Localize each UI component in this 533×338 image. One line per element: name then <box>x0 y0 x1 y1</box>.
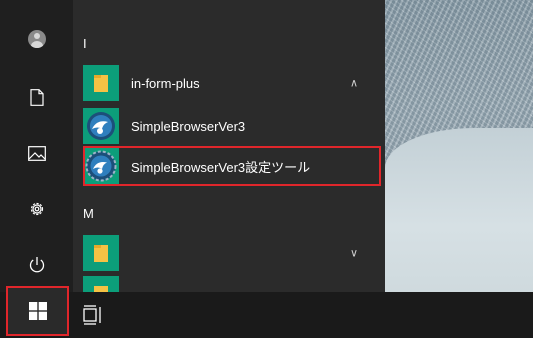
power-button[interactable] <box>22 250 52 280</box>
app-simplebrowser[interactable]: SimpleBrowserVer3 <box>80 106 380 146</box>
folder-icon <box>94 286 108 292</box>
app-label: SimpleBrowserVer3 <box>131 118 246 134</box>
app-partial-row[interactable] <box>80 276 380 292</box>
documents-button[interactable] <box>22 82 52 112</box>
folder-icon <box>94 75 108 92</box>
chevron-down-icon[interactable]: ∨ <box>350 247 358 260</box>
settings-button[interactable] <box>22 194 52 224</box>
document-icon <box>30 88 44 106</box>
app-label: in-form-plus <box>131 75 200 91</box>
simplebrowser-app-icon <box>87 112 115 140</box>
pictures-icon <box>28 145 46 161</box>
folder-tile <box>83 276 119 292</box>
section-letter-m[interactable]: M <box>83 206 94 221</box>
power-icon <box>29 257 45 273</box>
settings-gear-icon <box>30 202 44 216</box>
app-tile <box>83 108 119 144</box>
taskbar <box>0 286 533 338</box>
folder-tile <box>83 65 119 101</box>
highlight-annotation-box <box>83 146 381 186</box>
chevron-up-icon[interactable]: ∧ <box>350 77 358 90</box>
user-avatar-button[interactable] <box>22 24 52 54</box>
app-group-m-folder[interactable]: ∨ <box>80 233 380 273</box>
desktop-wallpaper <box>385 0 533 292</box>
folder-tile <box>83 235 119 271</box>
section-letter-i[interactable]: I <box>83 36 87 51</box>
folder-icon <box>94 245 108 262</box>
start-button[interactable] <box>6 286 69 336</box>
task-view-button[interactable] <box>80 300 106 330</box>
start-menu-rail <box>0 0 73 292</box>
app-group-in-form-plus[interactable]: in-form-plus ∧ <box>80 63 380 103</box>
pictures-button[interactable] <box>22 138 52 168</box>
task-view-icon <box>83 305 101 325</box>
user-avatar-icon <box>28 30 46 48</box>
wallpaper-water <box>385 128 533 292</box>
windows-start-icon <box>28 302 47 320</box>
